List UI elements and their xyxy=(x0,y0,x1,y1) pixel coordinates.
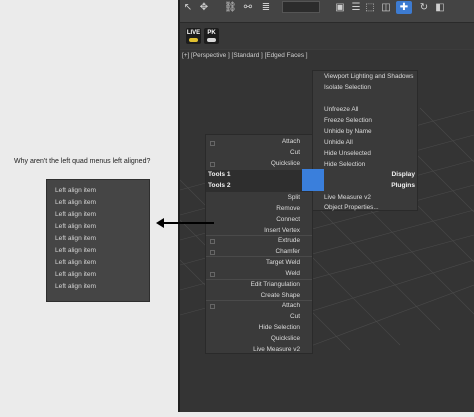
quad-item-freeze-selection[interactable]: Freeze Selection xyxy=(324,117,372,124)
quad-item-live-measure[interactable]: Live Measure v2 xyxy=(253,346,300,353)
main-toolbar: ↖ ✥ ⛓ ⚯ ≣ ▣ ☰ ⬚ ◫ ✚ ↻ ◧ xyxy=(180,0,474,23)
quad-item-target-weld[interactable]: Target Weld xyxy=(266,259,300,266)
quad-item-split[interactable]: Split xyxy=(288,194,300,201)
quad-item-unfreeze-all[interactable]: Unfreeze All xyxy=(324,106,358,113)
live-plugin-icon[interactable]: LIVE xyxy=(186,28,201,44)
quad-item-isolate-selection[interactable]: Isolate Selection xyxy=(324,84,371,91)
menu-checkbox-icon xyxy=(210,141,215,146)
quad-menu-left: Attach Cut Quickslice Tools 1 Tools 2 Sp… xyxy=(205,134,418,354)
quad-item-insert-vertex[interactable]: Insert Vertex xyxy=(264,227,300,234)
question-text: Why aren't the left quad menus left alig… xyxy=(14,158,151,165)
quad-header-plugins[interactable]: Plugins xyxy=(391,182,415,189)
quad-item-edit-triangulation[interactable]: Edit Triangulation xyxy=(251,281,300,288)
region-select-icon[interactable]: ⬚ xyxy=(364,2,376,14)
quad-item-quickslice[interactable]: Quickslice xyxy=(271,160,300,167)
unlink-icon[interactable]: ⚯ xyxy=(242,2,254,14)
scale-icon[interactable]: ◧ xyxy=(434,2,446,14)
window-crossing-icon[interactable]: ◫ xyxy=(380,2,392,14)
quad-item-object-properties[interactable]: Object Properties... xyxy=(324,204,379,211)
quad-header-display[interactable]: Display xyxy=(392,171,415,178)
move-icon[interactable]: ✥ xyxy=(198,2,210,14)
quad-item-unhide-by-name[interactable]: Unhide by Name xyxy=(324,128,372,135)
quad-item-unhide-all[interactable]: Unhide All xyxy=(324,139,353,146)
pk-plugin-icon[interactable]: PK xyxy=(204,28,219,44)
pk-plugin-label: PK xyxy=(207,30,216,36)
quad-center-square-tr[interactable] xyxy=(313,169,324,180)
left-arrow-head-icon xyxy=(156,218,164,228)
select-by-name-icon[interactable]: ☰ xyxy=(350,2,362,14)
select-object-icon[interactable]: ▣ xyxy=(334,2,346,14)
menu-checkbox-icon xyxy=(210,250,215,255)
left-align-item[interactable]: Left align item xyxy=(55,223,96,230)
rotate-icon[interactable]: ↻ xyxy=(418,2,430,14)
quad-item-quickslice-2[interactable]: Quickslice xyxy=(271,335,300,342)
left-arrow-icon xyxy=(162,222,214,224)
quad-item-cut[interactable]: Cut xyxy=(290,149,300,156)
menu-checkbox-icon xyxy=(210,304,215,309)
quad-item-remove[interactable]: Remove xyxy=(276,205,300,212)
quad-item-attach-2[interactable]: Attach xyxy=(282,302,300,309)
menu-separator xyxy=(206,279,312,280)
left-align-item[interactable]: Left align item xyxy=(55,259,96,266)
quad-item-live-measure-r[interactable]: Live Measure v2 xyxy=(324,194,371,201)
quad-item-hide-selection[interactable]: Hide Selection xyxy=(259,324,300,331)
left-align-item[interactable]: Left align item xyxy=(55,187,96,194)
quad-item-hide-unselected[interactable]: Hide Unselected xyxy=(324,150,371,157)
live-plugin-label: LIVE xyxy=(186,30,201,36)
left-align-item[interactable]: Left align item xyxy=(55,199,96,206)
left-align-menu: Left align item Left align item Left ali… xyxy=(46,179,150,302)
quad-header-tools1[interactable]: Tools 1 xyxy=(208,171,231,178)
layers-icon[interactable]: ≣ xyxy=(260,2,272,14)
quad-center-square-br[interactable] xyxy=(313,180,324,191)
quad-header-tools2[interactable]: Tools 2 xyxy=(208,182,231,189)
quad-item-create-shape[interactable]: Create Shape xyxy=(261,292,300,299)
quad-item-weld[interactable]: Weld xyxy=(286,270,300,277)
link-icon[interactable]: ⛓ xyxy=(224,2,237,14)
left-align-item[interactable]: Left align item xyxy=(55,283,96,290)
quad-item-cut-2[interactable]: Cut xyxy=(290,313,300,320)
quad-item-viewport-lighting[interactable]: Viewport Lighting and Shadows xyxy=(324,73,413,80)
quad-item-extrude[interactable]: Extrude xyxy=(278,237,300,244)
plugin-toolbar: LIVE PK xyxy=(180,23,474,49)
menu-checkbox-icon xyxy=(210,162,215,167)
quad-item-hide-selection[interactable]: Hide Selection xyxy=(324,161,365,168)
left-align-item[interactable]: Left align item xyxy=(55,271,96,278)
menu-separator xyxy=(206,256,312,257)
viewport-label[interactable]: [+] [Perspective ] [Standard ] [Edged Fa… xyxy=(182,52,308,59)
left-align-item[interactable]: Left align item xyxy=(55,247,96,254)
quad-item-chamfer[interactable]: Chamfer xyxy=(275,248,300,255)
select-move-icon[interactable]: ✚ xyxy=(396,1,412,14)
quad-item-attach[interactable]: Attach xyxy=(282,138,300,145)
app-window-edge xyxy=(178,0,180,412)
quad-item-connect[interactable]: Connect xyxy=(276,216,300,223)
quad-center-square-bl[interactable] xyxy=(302,180,313,191)
menu-checkbox-icon xyxy=(210,239,215,244)
select-icon[interactable]: ↖ xyxy=(182,2,194,14)
left-align-item[interactable]: Left align item xyxy=(55,235,96,242)
selection-filter-dropdown[interactable] xyxy=(282,1,320,13)
quad-center-square-tl[interactable] xyxy=(302,169,313,180)
menu-separator xyxy=(206,300,312,301)
left-align-item[interactable]: Left align item xyxy=(55,211,96,218)
quad-menu-right: Viewport Lighting and Shadows Isolate Se… xyxy=(312,70,418,211)
menu-checkbox-icon xyxy=(210,272,215,277)
menu-separator xyxy=(206,235,312,236)
